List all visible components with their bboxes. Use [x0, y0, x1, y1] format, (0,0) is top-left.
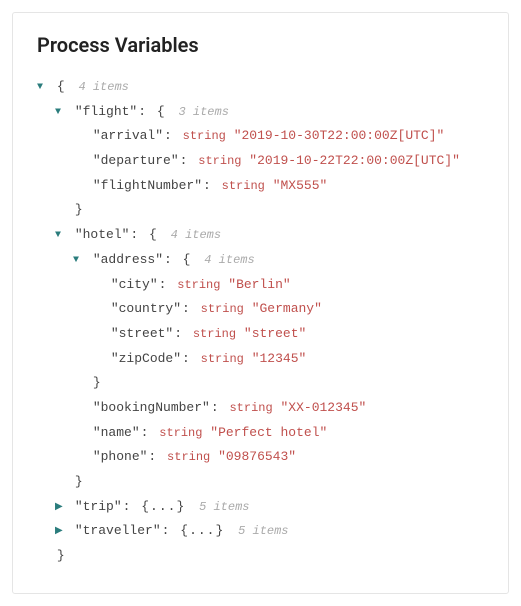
key-label: "country"	[111, 301, 181, 316]
brace-close: }	[93, 375, 101, 390]
spacer	[73, 152, 85, 171]
type-label: string	[229, 401, 272, 415]
collapsed-brace: {...}	[180, 523, 224, 538]
trip-key: "trip"	[75, 499, 122, 514]
trip-count: 5 items	[193, 500, 249, 514]
value-text: "2019-10-22T22:00:00Z[UTC]"	[249, 153, 460, 168]
brace-open: {	[183, 252, 191, 267]
spacer	[73, 399, 85, 418]
value-text: "Berlin"	[228, 277, 290, 292]
process-variables-panel: Process Variables ▼ { 4 items ▼ "flight"…	[12, 12, 509, 594]
brace-open: {	[57, 79, 65, 94]
hotel-count: 4 items	[165, 228, 221, 242]
value-text: "09876543"	[218, 449, 296, 464]
hotel-name-row[interactable]: "name": string "Perfect hotel"	[37, 421, 484, 446]
value-text: "XX-012345"	[281, 400, 367, 415]
brace-open: {	[149, 227, 157, 242]
key-label: "city"	[111, 277, 158, 292]
type-label: string	[159, 426, 202, 440]
address-country-row[interactable]: "country": string "Germany"	[37, 297, 484, 322]
key-label: "departure"	[93, 153, 179, 168]
collapsed-brace: {...}	[141, 499, 185, 514]
type-label: string	[201, 302, 244, 316]
type-label: string	[183, 129, 226, 143]
key-label: "zipCode"	[111, 351, 181, 366]
flight-row[interactable]: ▼ "flight": { 3 items	[37, 100, 484, 125]
trip-row[interactable]: ▶ "trip": {...} 5 items	[37, 495, 484, 520]
traveller-count: 5 items	[232, 524, 288, 538]
type-label: string	[198, 154, 241, 168]
brace-close: }	[57, 548, 65, 563]
page-title: Process Variables	[37, 33, 484, 57]
hotel-key: "hotel"	[75, 227, 130, 242]
spacer	[73, 374, 85, 393]
brace-open: {	[157, 104, 165, 119]
key-label: "street"	[111, 326, 173, 341]
address-street-row[interactable]: "street": string "street"	[37, 322, 484, 347]
brace-close: }	[75, 474, 83, 489]
root-count: 4 items	[72, 80, 128, 94]
key-label: "flightNumber"	[93, 178, 202, 193]
hotel-row[interactable]: ▼ "hotel": { 4 items	[37, 223, 484, 248]
key-label: "phone"	[93, 449, 148, 464]
value-text: "Germany"	[252, 301, 322, 316]
key-label: "name"	[93, 425, 140, 440]
hotel-booking-row[interactable]: "bookingNumber": string "XX-012345"	[37, 396, 484, 421]
type-label: string	[201, 352, 244, 366]
chevron-down-icon[interactable]: ▼	[55, 103, 67, 122]
flight-close: }	[37, 198, 484, 223]
spacer	[73, 177, 85, 196]
hotel-phone-row[interactable]: "phone": string "09876543"	[37, 445, 484, 470]
address-close: }	[37, 371, 484, 396]
flight-departure-row[interactable]: "departure": string "2019-10-22T22:00:00…	[37, 149, 484, 174]
root-row[interactable]: ▼ { 4 items	[37, 75, 484, 100]
value-text: "12345"	[252, 351, 307, 366]
spacer	[91, 325, 103, 344]
type-label: string	[193, 327, 236, 341]
spacer	[91, 276, 103, 295]
address-row[interactable]: ▼ "address": { 4 items	[37, 248, 484, 273]
spacer	[37, 547, 49, 566]
spacer	[55, 473, 67, 492]
type-label: string	[222, 179, 265, 193]
spacer	[55, 201, 67, 220]
key-label: "arrival"	[93, 128, 163, 143]
json-tree: ▼ { 4 items ▼ "flight": { 3 items "arriv…	[37, 75, 484, 569]
address-city-row[interactable]: "city": string "Berlin"	[37, 273, 484, 298]
chevron-right-icon[interactable]: ▶	[55, 522, 67, 541]
value-text: "street"	[244, 326, 306, 341]
flight-number-row[interactable]: "flightNumber": string "MX555"	[37, 174, 484, 199]
traveller-key: "traveller"	[75, 523, 161, 538]
hotel-close: }	[37, 470, 484, 495]
spacer	[73, 424, 85, 443]
key-label: "bookingNumber"	[93, 400, 210, 415]
spacer	[91, 350, 103, 369]
spacer	[73, 127, 85, 146]
chevron-right-icon[interactable]: ▶	[55, 498, 67, 517]
chevron-down-icon[interactable]: ▼	[73, 251, 85, 270]
brace-close: }	[75, 202, 83, 217]
spacer	[91, 300, 103, 319]
chevron-down-icon[interactable]: ▼	[37, 78, 49, 97]
root-close: }	[37, 544, 484, 569]
type-label: string	[167, 450, 210, 464]
address-zip-row[interactable]: "zipCode": string "12345"	[37, 347, 484, 372]
traveller-row[interactable]: ▶ "traveller": {...} 5 items	[37, 519, 484, 544]
flight-key: "flight"	[75, 104, 137, 119]
spacer	[73, 448, 85, 467]
flight-arrival-row[interactable]: "arrival": string "2019-10-30T22:00:00Z[…	[37, 124, 484, 149]
address-count: 4 items	[198, 253, 254, 267]
value-text: "MX555"	[273, 178, 328, 193]
chevron-down-icon[interactable]: ▼	[55, 226, 67, 245]
flight-count: 3 items	[172, 105, 228, 119]
type-label: string	[177, 278, 220, 292]
value-text: "Perfect hotel"	[210, 425, 327, 440]
address-key: "address"	[93, 252, 163, 267]
value-text: "2019-10-30T22:00:00Z[UTC]"	[234, 128, 445, 143]
